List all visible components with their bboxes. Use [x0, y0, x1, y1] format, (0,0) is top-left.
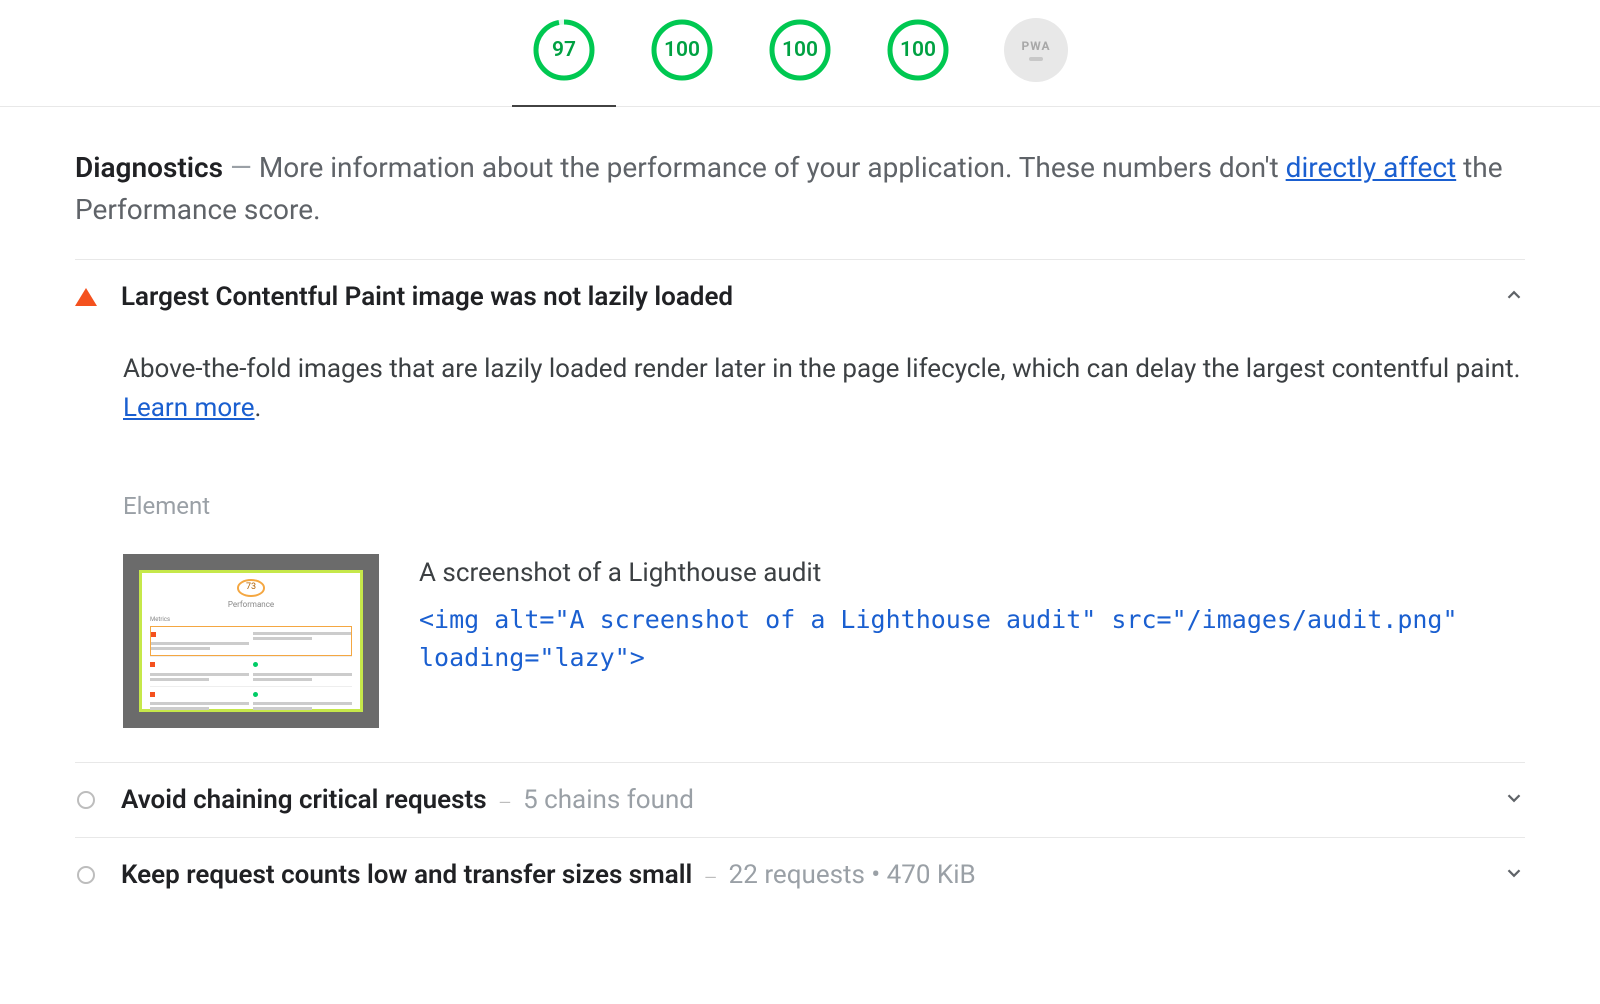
score-gauge-best-practices[interactable]: 100	[768, 18, 832, 82]
audit-description: Above-the-fold images that are lazily lo…	[123, 354, 1520, 384]
learn-more-link[interactable]: Learn more	[123, 393, 255, 423]
audit-chain-requests: Avoid chaining critical requests — 5 cha…	[75, 762, 1525, 837]
neutral-circle-icon	[75, 866, 97, 884]
audit-header-row[interactable]: Avoid chaining critical requests — 5 cha…	[75, 785, 1525, 815]
score-value: 100	[650, 18, 714, 82]
audit-subtitle: 5 chains found	[523, 785, 694, 815]
score-gauge-accessibility[interactable]: 100	[650, 18, 714, 82]
chevron-down-icon[interactable]	[1503, 862, 1525, 888]
chevron-down-icon[interactable]	[1503, 787, 1525, 813]
audit-title: Largest Contentful Paint image was not l…	[121, 282, 733, 312]
element-code: <img alt="A screenshot of a Lighthouse a…	[419, 601, 1525, 676]
audit-header-row[interactable]: Largest Contentful Paint image was not l…	[75, 282, 1525, 312]
diagnostics-header: Diagnostics — More information about the…	[75, 147, 1525, 231]
score-value: 97	[532, 18, 596, 82]
pwa-badge[interactable]: PWA	[1004, 18, 1068, 82]
thumbnail-title: Performance	[150, 599, 352, 611]
audit-title: Avoid chaining critical requests	[121, 785, 487, 815]
score-value: 100	[886, 18, 950, 82]
warning-triangle-icon	[75, 288, 97, 306]
element-description: A screenshot of a Lighthouse audit	[419, 554, 1525, 593]
diagnostics-link[interactable]: directly affect	[1286, 151, 1457, 184]
score-gauge-seo[interactable]: 100	[886, 18, 950, 82]
pwa-dash-icon	[1029, 57, 1043, 61]
audit-lcp-lazy: Largest Contentful Paint image was not l…	[75, 259, 1525, 762]
audit-body: Above-the-fold images that are lazily lo…	[75, 312, 1525, 740]
diagnostics-desc-before: More information about the performance o…	[259, 151, 1286, 184]
audit-request-counts: Keep request counts low and transfer siz…	[75, 837, 1525, 912]
audit-subtitle: 22 requests • 470 KiB	[729, 860, 976, 890]
thumbnail-score: 73	[237, 579, 265, 597]
audit-header-row[interactable]: Keep request counts low and transfer siz…	[75, 860, 1525, 890]
neutral-circle-icon	[75, 791, 97, 809]
chevron-up-icon[interactable]	[1503, 284, 1525, 310]
score-value: 100	[768, 18, 832, 82]
element-label: Element	[123, 488, 1525, 524]
element-thumbnail: 73 Performance Metrics	[123, 554, 379, 728]
score-gauge-performance[interactable]: 97	[532, 18, 596, 82]
score-header: 97 100 100 100 PWA	[0, 0, 1600, 107]
audit-title: Keep request counts low and transfer siz…	[121, 860, 692, 890]
diagnostics-title: Diagnostics	[75, 151, 223, 184]
pwa-label: PWA	[1021, 39, 1050, 53]
